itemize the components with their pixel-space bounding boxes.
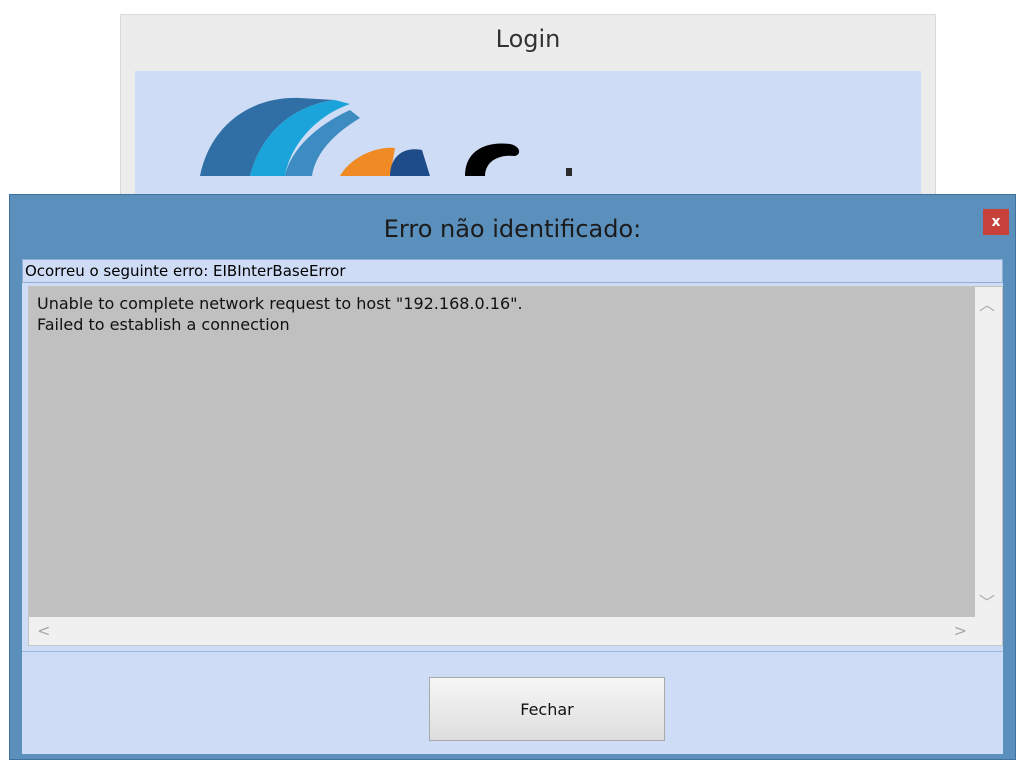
close-icon[interactable]: x (983, 209, 1009, 235)
horizontal-scrollbar[interactable]: < > (29, 617, 975, 645)
divider (22, 651, 1003, 652)
fechar-button[interactable]: Fechar (429, 677, 665, 741)
dialog-client-area: Ocorreu o seguinte erro: EIBInterBaseErr… (22, 259, 1003, 754)
chevron-right-icon[interactable]: > (954, 621, 967, 640)
message-line: Failed to establish a connection (37, 315, 290, 334)
error-dialog: Erro não identificado: x Ocorreu o segui… (9, 194, 1016, 760)
dialog-title: Erro não identificado: (383, 215, 642, 243)
error-message-text[interactable]: Unable to complete network request to ho… (29, 287, 975, 617)
chevron-left-icon[interactable]: < (37, 621, 50, 640)
chevron-down-icon[interactable]: ﹀ (979, 589, 995, 613)
login-window-title: Login (495, 25, 561, 53)
chevron-up-icon[interactable]: ︿ (979, 291, 995, 315)
error-message-memo[interactable]: Unable to complete network request to ho… (28, 286, 1003, 646)
login-window: Login (120, 14, 936, 204)
vertical-scrollbar[interactable]: ︿ ﹀ (975, 287, 1002, 617)
message-line: Unable to complete network request to ho… (37, 294, 523, 313)
error-label: Ocorreu o seguinte erro: EIBInterBaseErr… (22, 259, 1003, 283)
company-logo (200, 97, 572, 176)
scrollbar-corner (975, 617, 1002, 645)
login-window-body (135, 71, 921, 203)
